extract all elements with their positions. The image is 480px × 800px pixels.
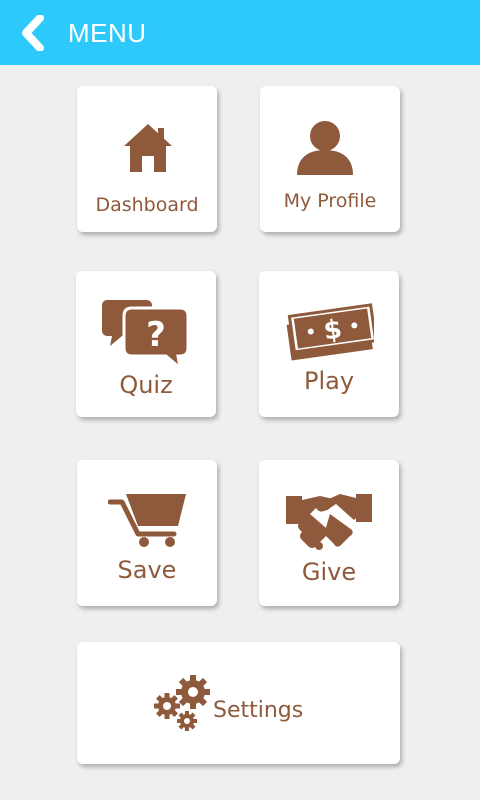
money-bill-icon: $ xyxy=(286,303,374,361)
save-tile[interactable]: Save xyxy=(77,460,217,606)
save-label: Save xyxy=(117,556,177,584)
question-bubbles-icon: ? xyxy=(102,300,190,368)
svg-text:?: ? xyxy=(146,315,166,355)
give-label: Give xyxy=(301,558,357,586)
page-title: MENU xyxy=(68,18,147,48)
settings-label: Settings xyxy=(213,698,304,723)
give-tile[interactable]: Give xyxy=(259,460,399,606)
quiz-tile[interactable]: ? Quiz xyxy=(76,271,216,417)
quiz-label: Quiz xyxy=(119,371,173,399)
dashboard-label: Dashboard xyxy=(95,194,199,216)
user-icon xyxy=(297,121,353,175)
my-profile-label: My Profile xyxy=(283,190,377,212)
home-icon xyxy=(124,124,172,172)
settings-tile[interactable]: Settings xyxy=(77,642,400,764)
shopping-cart-icon xyxy=(108,494,186,547)
chevron-left-icon xyxy=(22,15,44,51)
gears-icon xyxy=(154,675,210,731)
my-profile-tile[interactable]: My Profile xyxy=(260,86,400,232)
back-button[interactable] xyxy=(18,14,52,52)
handshake-icon xyxy=(286,494,372,550)
dashboard-tile[interactable]: Dashboard xyxy=(77,86,217,232)
play-label: Play xyxy=(303,367,355,395)
top-app-bar: MENU xyxy=(0,0,480,65)
play-tile[interactable]: $ Play xyxy=(259,271,399,417)
